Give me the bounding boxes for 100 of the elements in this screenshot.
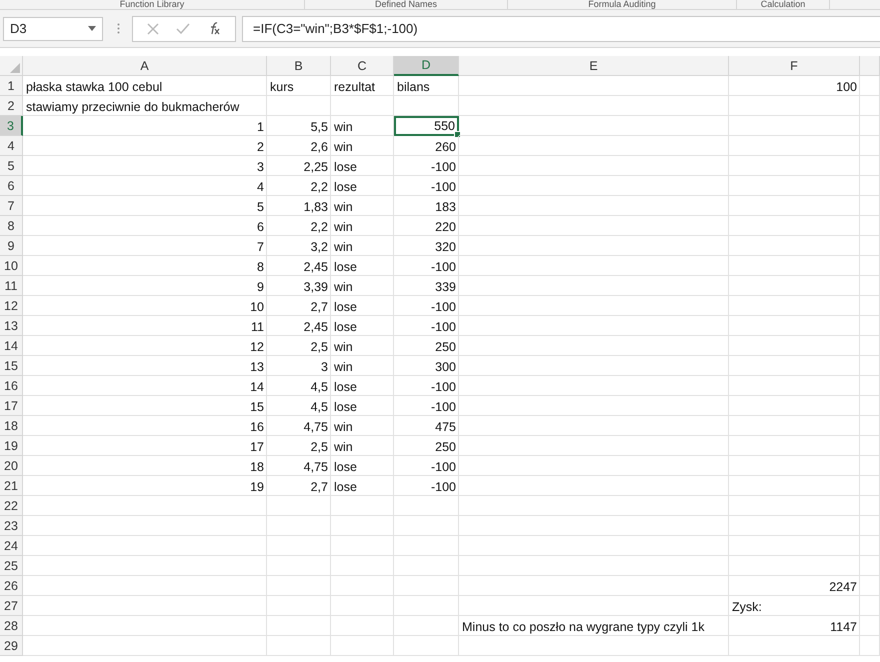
spreadsheet-cell[interactable] [394,596,459,616]
row-header[interactable]: 5 [0,156,23,176]
spreadsheet-cell[interactable] [23,496,267,516]
spreadsheet-cell[interactable] [459,356,729,376]
row-header[interactable]: 19 [0,436,23,456]
spreadsheet-cell[interactable]: kurs [267,76,331,96]
row-header[interactable]: 16 [0,376,23,396]
spreadsheet-cell[interactable] [860,596,880,616]
spreadsheet-cell[interactable] [267,616,331,636]
spreadsheet-cell[interactable] [267,96,331,116]
dropdown-caret-icon[interactable] [88,26,96,31]
spreadsheet-cell[interactable]: płaska stawka 100 cebul [23,76,267,96]
spreadsheet-cell[interactable] [860,336,880,356]
column-header[interactable] [860,56,880,76]
spreadsheet-cell[interactable] [860,316,880,336]
spreadsheet-cell[interactable]: -100 [394,156,459,176]
spreadsheet-cell[interactable]: 100 [729,76,860,96]
spreadsheet-cell[interactable] [459,456,729,476]
spreadsheet-cell[interactable] [729,96,860,116]
spreadsheet-cell[interactable]: 1147 [729,616,860,636]
row-header[interactable]: 9 [0,236,23,256]
row-header[interactable]: 3 [0,116,23,136]
spreadsheet-cell[interactable]: 2,2 [267,216,331,236]
spreadsheet-cell[interactable]: 4,75 [267,456,331,476]
spreadsheet-cell[interactable] [729,296,860,316]
spreadsheet-cell[interactable] [729,356,860,376]
spreadsheet-cell[interactable]: 2,5 [267,436,331,456]
spreadsheet-cell[interactable]: bilans [394,76,459,96]
spreadsheet-cell[interactable]: 6 [23,216,267,236]
spreadsheet-cell[interactable]: lose [331,176,394,196]
row-header[interactable]: 4 [0,136,23,156]
fill-handle[interactable] [454,131,461,138]
spreadsheet-cell[interactable] [459,116,729,136]
row-header[interactable]: 18 [0,416,23,436]
spreadsheet-cell[interactable]: 250 [394,336,459,356]
spreadsheet-cell[interactable]: 8 [23,256,267,276]
spreadsheet-cell[interactable] [860,556,880,576]
spreadsheet-cell[interactable]: 300 [394,356,459,376]
spreadsheet-cell[interactable] [860,76,880,96]
spreadsheet-cell[interactable] [331,636,394,656]
spreadsheet-cell[interactable] [729,436,860,456]
spreadsheet-cell[interactable] [331,536,394,556]
spreadsheet-cell[interactable] [267,516,331,536]
spreadsheet-cell[interactable]: 183 [394,196,459,216]
spreadsheet-cell[interactable]: 16 [23,416,267,436]
spreadsheet-cell[interactable]: 9 [23,276,267,296]
spreadsheet-cell[interactable] [729,116,860,136]
spreadsheet-cell[interactable] [860,216,880,236]
spreadsheet-cell[interactable] [267,636,331,656]
cancel-icon[interactable] [147,22,160,34]
spreadsheet-cell[interactable]: win [331,216,394,236]
spreadsheet-cell[interactable] [459,536,729,556]
spreadsheet-cell[interactable] [459,336,729,356]
spreadsheet-cell[interactable] [860,96,880,116]
spreadsheet-cell[interactable]: 260 [394,136,459,156]
spreadsheet-cell[interactable]: 5 [23,196,267,216]
spreadsheet-cell[interactable]: 15 [23,396,267,416]
spreadsheet-cell[interactable] [459,576,729,596]
row-header[interactable]: 7 [0,196,23,216]
spreadsheet-cell[interactable] [331,556,394,576]
spreadsheet-cell[interactable] [23,636,267,656]
spreadsheet-cell[interactable] [267,556,331,576]
spreadsheet-cell[interactable]: lose [331,376,394,396]
spreadsheet-cell[interactable] [23,536,267,556]
spreadsheet-cell[interactable]: -100 [394,396,459,416]
spreadsheet-cell[interactable] [729,396,860,416]
spreadsheet-cell[interactable]: 14 [23,376,267,396]
spreadsheet-cell[interactable] [729,416,860,436]
spreadsheet-cell[interactable]: 3,2 [267,236,331,256]
spreadsheet-cell[interactable] [860,616,880,636]
spreadsheet-cell[interactable]: 339 [394,276,459,296]
spreadsheet-cell[interactable] [729,516,860,536]
spreadsheet-cell[interactable] [459,416,729,436]
spreadsheet-cell[interactable] [729,216,860,236]
spreadsheet-cell[interactable]: -100 [394,296,459,316]
spreadsheet-cell[interactable] [394,616,459,636]
spreadsheet-cell[interactable]: 2,45 [267,256,331,276]
spreadsheet-cell[interactable] [459,396,729,416]
spreadsheet-cell[interactable] [394,496,459,516]
column-header[interactable]: A [23,56,267,76]
spreadsheet-cell[interactable]: 2,6 [267,136,331,156]
spreadsheet-cell[interactable] [459,636,729,656]
spreadsheet-cell[interactable]: 2,7 [267,296,331,316]
spreadsheet-cell[interactable] [860,156,880,176]
spreadsheet-cell[interactable]: -100 [394,256,459,276]
spreadsheet-cell[interactable]: 3 [267,356,331,376]
spreadsheet-cell[interactable] [860,636,880,656]
row-header[interactable]: 6 [0,176,23,196]
spreadsheet-cell[interactable] [860,576,880,596]
column-header[interactable]: F [729,56,860,76]
spreadsheet-cell[interactable]: 2,5 [267,336,331,356]
spreadsheet-cell[interactable] [23,556,267,576]
spreadsheet-cell[interactable] [331,596,394,616]
row-header[interactable]: 22 [0,496,23,516]
spreadsheet-cell[interactable]: win [331,416,394,436]
row-header[interactable]: 17 [0,396,23,416]
spreadsheet-cell[interactable] [267,496,331,516]
spreadsheet-cell[interactable]: win [331,276,394,296]
spreadsheet-cell[interactable]: lose [331,316,394,336]
spreadsheet-cell[interactable] [729,156,860,176]
